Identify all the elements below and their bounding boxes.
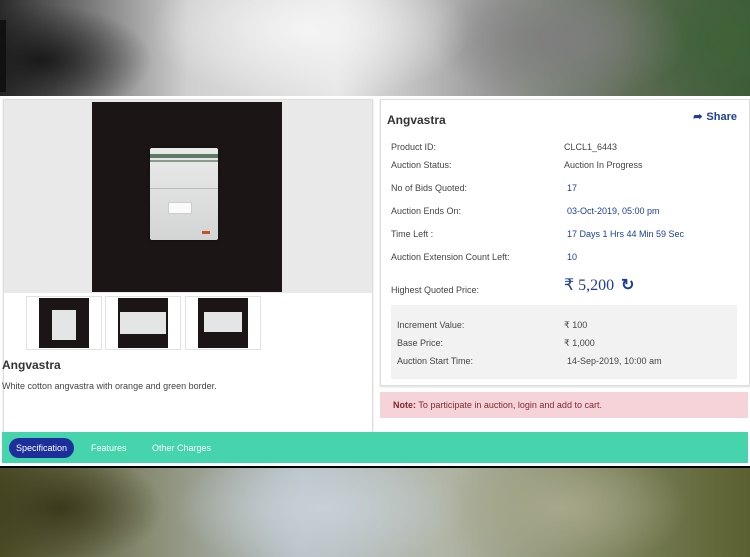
- auction-info-card: Angvastra ➦ Share Product ID: CLCL1_6443 …: [380, 99, 750, 386]
- cloth-tag: [168, 202, 192, 214]
- note-text: To participate in auction, login and add…: [416, 400, 602, 410]
- auction-start-value: 14-Sep-2019, 10:00 am: [567, 356, 662, 366]
- product-page: Angvastra White cotton angvastra with or…: [0, 96, 750, 466]
- auction-status-value: Auction In Progress: [564, 160, 643, 170]
- time-left-value: 17 Days 1 Hrs 44 Min 59 Sec: [567, 229, 685, 239]
- thumbnail-1[interactable]: [26, 296, 102, 350]
- image-gallery: [3, 99, 373, 445]
- auction-ends-label: Auction Ends On:: [391, 206, 462, 216]
- extension-count-value: 10: [567, 252, 578, 262]
- product-description: White cotton angvastra with orange and g…: [2, 381, 217, 391]
- share-button[interactable]: ➦ Share: [693, 110, 737, 123]
- tab-specification[interactable]: Specification: [9, 438, 75, 458]
- thumbnail-2[interactable]: [105, 296, 181, 350]
- background-shadow: [0, 20, 6, 92]
- blurred-background-bottom: [0, 466, 750, 557]
- auction-ends-value: 03-Oct-2019, 05:00 pm: [567, 206, 660, 216]
- auction-details-box: Increment Value: ₹ 100 Base Price: ₹ 1,0…: [391, 305, 737, 379]
- auction-start-label: Auction Start Time:: [397, 356, 474, 366]
- highest-price-label: Highest Quoted Price:: [391, 285, 480, 295]
- main-image-area: [4, 100, 372, 293]
- bids-quoted-value: 17: [567, 183, 578, 193]
- thumbnail-3[interactable]: [185, 296, 261, 350]
- main-product-image[interactable]: [92, 102, 282, 292]
- increment-value-label: Increment Value:: [397, 320, 465, 330]
- base-price-value: ₹ 1,000: [564, 338, 595, 348]
- share-icon: ➦: [693, 111, 703, 123]
- extension-count-label: Auction Extension Count Left:: [391, 252, 510, 262]
- time-left-label: Time Left :: [391, 229, 434, 239]
- product-id-value: CLCL1_6443: [564, 142, 618, 152]
- product-title: Angvastra: [2, 358, 61, 372]
- product-id-label: Product ID:: [391, 142, 437, 152]
- increment-value: ₹ 100: [564, 320, 588, 330]
- tab-bar: Specification Features Other Charges: [2, 432, 748, 463]
- share-label: Share: [706, 111, 737, 123]
- refresh-icon[interactable]: ↻: [621, 275, 634, 295]
- blurred-background-top: [0, 0, 750, 98]
- base-price-label: Base Price:: [397, 338, 444, 348]
- bids-quoted-label: No of Bids Quoted:: [391, 183, 468, 193]
- tab-other-charges[interactable]: Other Charges: [152, 439, 211, 457]
- thumbnail-strip: [4, 294, 372, 350]
- info-title: Angvastra: [387, 113, 446, 127]
- login-note: Note: To participate in auction, login a…: [380, 392, 748, 418]
- folded-cloth-image: [150, 148, 218, 240]
- highest-price-value: ₹ 5,200: [564, 277, 615, 294]
- note-prefix: Note:: [393, 400, 416, 410]
- tab-features[interactable]: Features: [91, 439, 127, 457]
- auction-status-label: Auction Status:: [391, 160, 452, 170]
